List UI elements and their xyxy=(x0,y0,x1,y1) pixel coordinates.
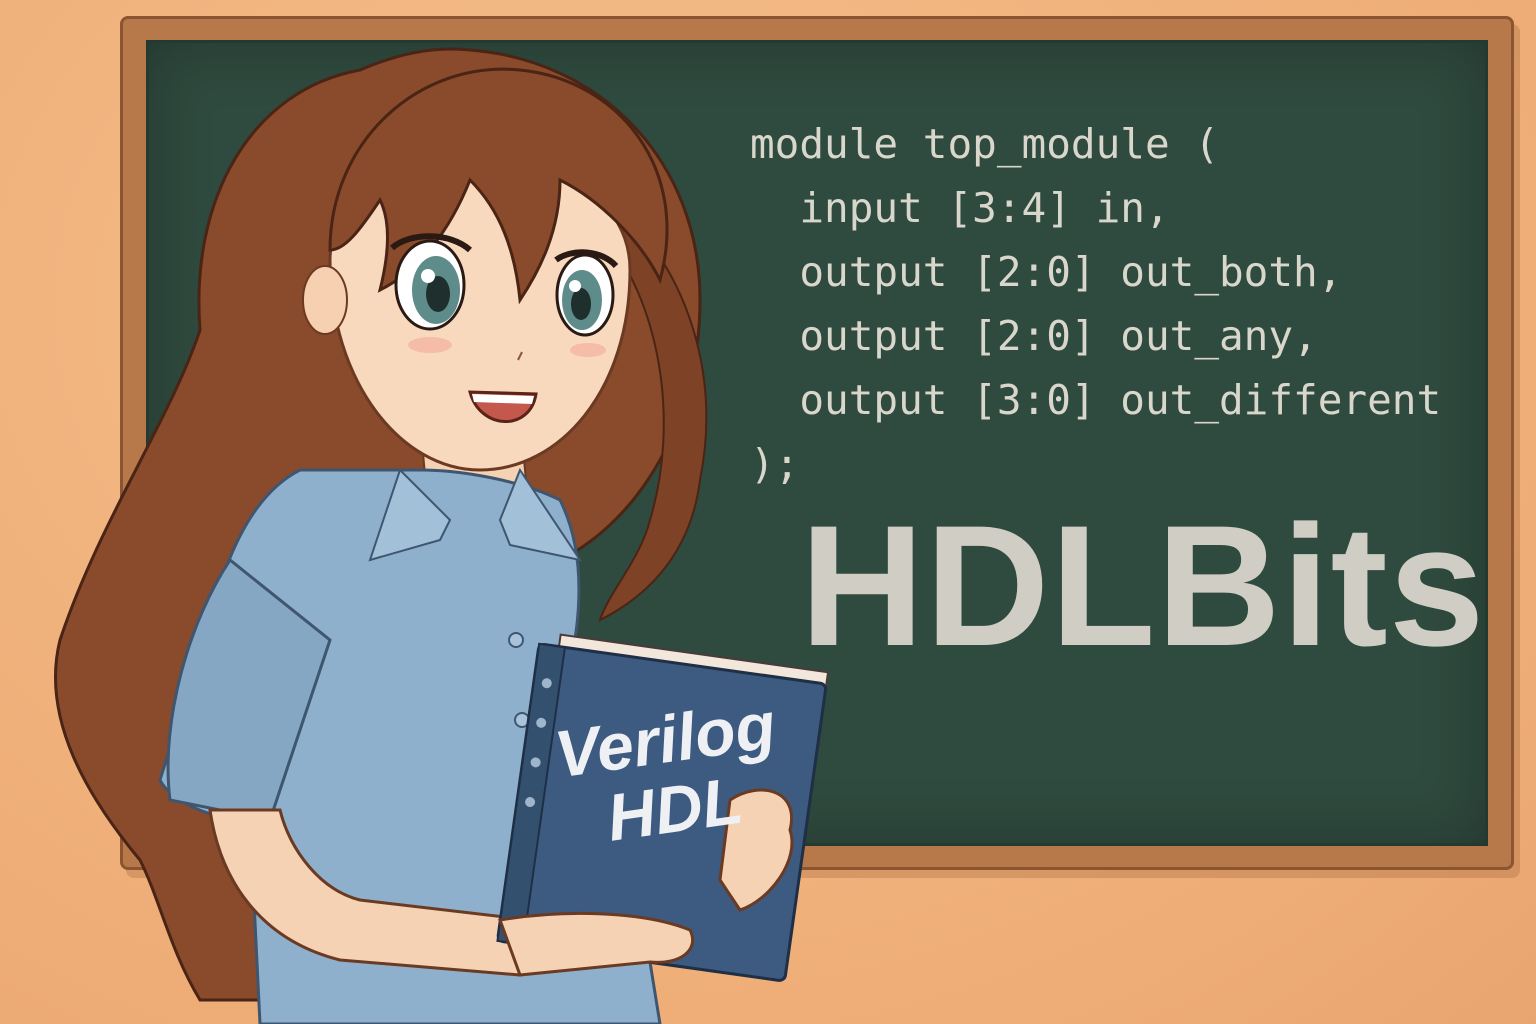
girl-illustration xyxy=(54,47,830,1024)
ear xyxy=(302,265,348,335)
shirt-button-1 xyxy=(508,632,524,648)
blush-right xyxy=(570,343,606,357)
left-hand xyxy=(497,911,694,977)
blush-left xyxy=(408,337,452,353)
